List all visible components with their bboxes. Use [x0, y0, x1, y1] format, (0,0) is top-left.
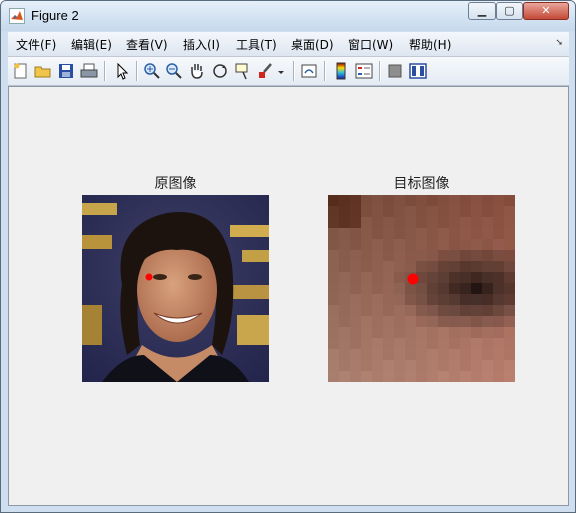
maximize-button[interactable]: ▢ — [496, 2, 523, 20]
menu-file[interactable]: 文件(F) — [16, 36, 56, 53]
matlab-logo-icon — [9, 8, 25, 24]
figure-toolbar — [8, 57, 569, 86]
menu-help[interactable]: 帮助(H) — [409, 36, 451, 53]
original-image — [82, 195, 269, 382]
toolbar-separator — [379, 61, 381, 81]
save-button[interactable] — [56, 61, 76, 81]
menu-tools[interactable]: 工具(T) — [236, 36, 277, 53]
brush-button[interactable] — [256, 61, 276, 81]
zoom-in-icon — [144, 63, 160, 79]
show-plot-tools-icon — [409, 63, 427, 79]
close-icon: ✕ — [541, 4, 551, 17]
pan-button[interactable] — [187, 61, 207, 81]
data-cursor-button[interactable] — [233, 61, 253, 81]
axes-title-original: 原图像 — [154, 176, 197, 192]
menu-bar: 文件(F) 编辑(E) 查看(V) 插入(I) 工具(T) 桌面(D) 窗口(W… — [8, 32, 569, 57]
colorbar-icon — [336, 62, 346, 80]
marker-point — [145, 273, 153, 281]
new-figure-icon — [14, 63, 27, 79]
open-file-icon — [34, 66, 51, 78]
edit-plot-arrow-icon — [117, 62, 129, 80]
rotate-3d-button[interactable] — [210, 61, 230, 81]
axes-title-target: 目标图像 — [393, 176, 450, 192]
zoom-in-button[interactable] — [142, 61, 162, 81]
edit-plot-button[interactable] — [112, 61, 132, 81]
link-plot-icon — [301, 64, 317, 78]
colorbar-button[interactable] — [331, 61, 351, 81]
minimize-button[interactable]: ▁ — [468, 2, 496, 20]
chevron-down-icon — [278, 71, 284, 74]
hide-plot-tools-icon — [388, 64, 402, 78]
open-file-button[interactable] — [33, 61, 53, 81]
menu-insert[interactable]: 插入(I) — [183, 36, 220, 53]
link-plot-button[interactable] — [299, 61, 319, 81]
brush-dropdown[interactable] — [276, 61, 286, 81]
menu-overflow-icon[interactable]: ➘ — [555, 38, 563, 48]
legend-button[interactable] — [354, 61, 374, 81]
rotate-3d-icon — [213, 64, 227, 78]
window-title: Figure 2 — [31, 8, 79, 23]
data-cursor-icon — [235, 63, 248, 80]
close-button[interactable]: ✕ — [523, 2, 569, 20]
toolbar-separator — [104, 61, 106, 81]
menu-desktop[interactable]: 桌面(D) — [291, 36, 334, 53]
save-icon — [59, 64, 73, 78]
figure-canvas: 原图像 目标图像 — [8, 86, 569, 506]
minimize-icon: ▁ — [477, 4, 487, 17]
target-image — [328, 195, 515, 382]
toolbar-separator — [324, 61, 326, 81]
title-bar: Figure 2 ▁ ▢ ✕ — [1, 1, 575, 31]
new-figure-button[interactable] — [11, 61, 31, 81]
pan-hand-icon — [191, 64, 203, 79]
zoom-out-button[interactable] — [164, 61, 184, 81]
toolbar-separator — [136, 61, 138, 81]
marker-point — [407, 273, 419, 285]
legend-icon — [355, 63, 373, 79]
print-button[interactable] — [79, 61, 99, 81]
menu-view[interactable]: 查看(V) — [126, 36, 168, 53]
toolbar-separator — [293, 61, 295, 81]
maximize-icon: ▢ — [504, 4, 515, 17]
hide-plot-tools-button[interactable] — [385, 61, 405, 81]
figure-window: Figure 2 ▁ ▢ ✕ 文件(F) 编辑(E) 查看(V) 插入(I) 工… — [0, 0, 576, 513]
menu-edit[interactable]: 编辑(E) — [71, 36, 112, 53]
print-icon — [80, 63, 98, 78]
zoom-out-icon — [166, 63, 182, 79]
show-plot-tools-button[interactable] — [408, 61, 428, 81]
menu-window[interactable]: 窗口(W) — [348, 36, 393, 53]
brush-icon — [259, 63, 272, 78]
